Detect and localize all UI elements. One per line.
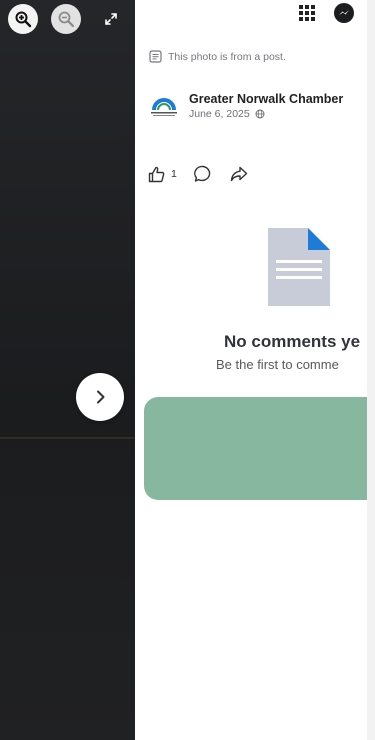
post-icon xyxy=(149,50,162,63)
post-header: Greater Norwalk Chamber June 6, 2025 xyxy=(148,90,343,122)
top-bar-icons xyxy=(297,2,355,29)
photo-viewer xyxy=(0,0,135,740)
like-button[interactable]: 1 xyxy=(147,165,177,184)
post-details-panel: This photo is from a post. Greater Norwa… xyxy=(135,0,367,740)
post-header-text: Greater Norwalk Chamber June 6, 2025 xyxy=(189,92,343,120)
expand-icon xyxy=(105,13,117,25)
zoom-out-button[interactable] xyxy=(51,4,81,34)
comment-icon xyxy=(193,165,211,182)
post-date[interactable]: June 6, 2025 xyxy=(189,108,250,120)
thumbs-up-icon xyxy=(148,166,165,182)
empty-state-subtitle: Be the first to comme xyxy=(216,357,339,372)
share-icon xyxy=(230,166,248,182)
messenger-icon xyxy=(334,3,354,23)
messenger-button[interactable] xyxy=(333,2,355,29)
photo-area xyxy=(0,0,135,740)
zoom-in-button[interactable] xyxy=(8,4,38,34)
chevron-right-icon xyxy=(97,390,105,404)
no-comments-illustration xyxy=(266,226,332,313)
chamber-logo-icon xyxy=(151,98,177,116)
photo-detail-line xyxy=(0,437,135,439)
zoom-out-icon xyxy=(58,11,75,28)
zoom-in-icon xyxy=(15,11,32,28)
fullscreen-button[interactable] xyxy=(96,4,126,34)
screen: This photo is from a post. Greater Norwa… xyxy=(0,0,375,740)
post-meta: June 6, 2025 xyxy=(189,108,343,120)
post-actions: 1 xyxy=(147,164,265,184)
globe-icon xyxy=(255,109,265,119)
document-icon xyxy=(268,228,330,306)
share-button[interactable] xyxy=(229,164,249,184)
menu-button[interactable] xyxy=(297,3,317,28)
author-name[interactable]: Greater Norwalk Chamber xyxy=(189,92,343,106)
comment-button[interactable] xyxy=(193,164,213,184)
grid-menu-icon xyxy=(299,5,315,21)
next-photo-button[interactable] xyxy=(76,373,124,421)
empty-state-title: No comments ye xyxy=(224,332,361,351)
comment-composer-card[interactable] xyxy=(144,397,367,500)
panel-edge xyxy=(367,0,375,740)
post-source-note: This photo is from a post. xyxy=(149,50,286,63)
page-avatar[interactable] xyxy=(148,90,180,122)
post-source-text: This photo is from a post. xyxy=(168,50,286,63)
like-count: 1 xyxy=(171,168,177,180)
